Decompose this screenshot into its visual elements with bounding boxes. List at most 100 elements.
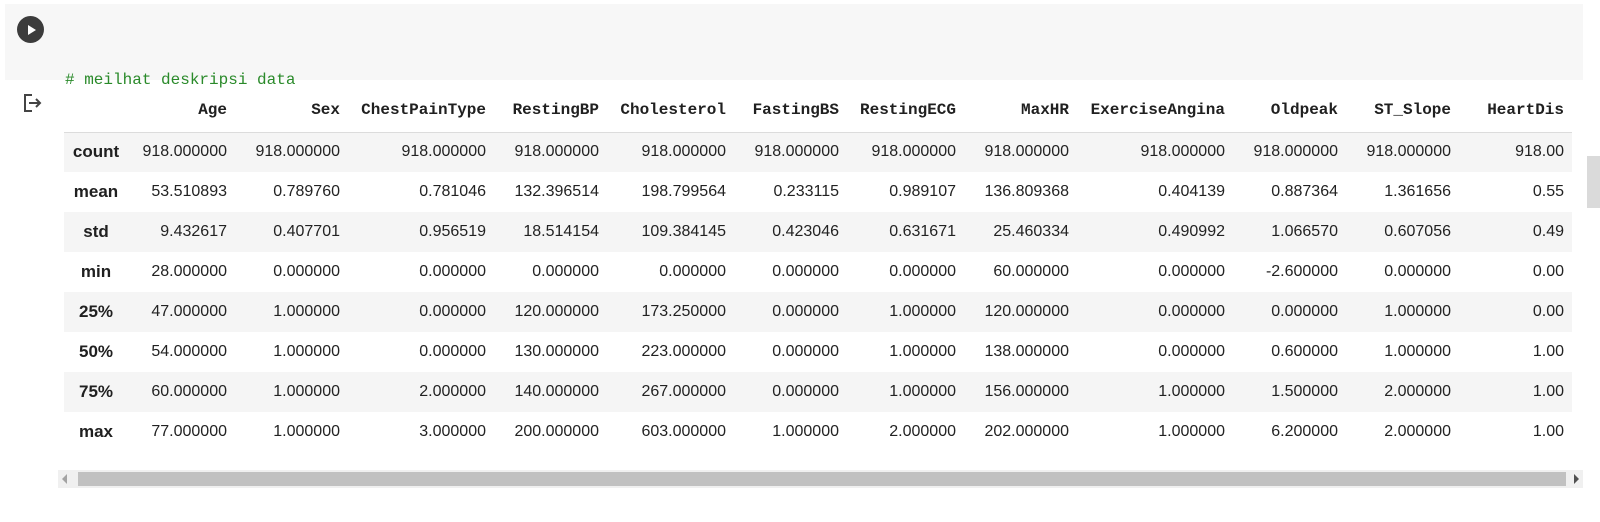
table-cell: 0.989107	[889, 183, 956, 200]
table-cell: 0.000000	[772, 263, 839, 280]
table-cell: 918.000000	[1140, 143, 1225, 161]
table-cell: 0.600000	[1271, 343, 1338, 360]
corner-header	[64, 88, 128, 133]
column-header: ChestPainType	[348, 88, 494, 133]
horizontal-scrollbar[interactable]	[58, 470, 1583, 488]
column-header: ExerciseAngina	[1077, 88, 1233, 133]
table-cell: 9.432617	[160, 223, 227, 240]
column-header: RestingECG	[847, 88, 964, 133]
table-cell: 77.000000	[151, 423, 227, 440]
table-cell: 918.000000	[871, 143, 956, 161]
table-cell: 1.000000	[273, 423, 340, 440]
table-cell: 0.956519	[419, 223, 486, 240]
table-cell: 918.000000	[1253, 143, 1338, 161]
table-cell: 18.514154	[523, 223, 599, 240]
table-cell: 0.000000	[273, 263, 340, 280]
table-cell: 1.000000	[889, 383, 956, 400]
row-index-label: 25%	[78, 302, 114, 321]
row-index-label: 50%	[78, 342, 114, 361]
table-cell: 120.000000	[984, 303, 1069, 320]
table-cell: 0.887364	[1271, 183, 1338, 200]
row-index-label: mean	[73, 182, 119, 201]
column-header: Oldpeak	[1233, 88, 1346, 133]
table-cell: 60.000000	[151, 383, 227, 400]
table-cell: 0.000000	[1158, 303, 1225, 320]
table-cell: 0.00	[1532, 263, 1564, 280]
table-cell: 0.000000	[419, 263, 486, 280]
table-cell: 2.000000	[1384, 383, 1451, 400]
table-cell: 918.000000	[1366, 143, 1451, 161]
table-cell: 47.000000	[151, 303, 227, 320]
table-row: max 77.000000 1.000000 3.000000 200.000000 60…	[64, 412, 1572, 452]
table-cell: 120.000000	[514, 303, 599, 320]
column-header: Sex	[235, 88, 348, 133]
row-index-label: min	[80, 262, 112, 281]
table-cell: 1.000000	[772, 423, 839, 440]
table-cell: 918.000000	[142, 143, 227, 161]
column-header: HeartDis	[1459, 88, 1572, 133]
column-header: FastingBS	[734, 88, 847, 133]
column-header: MaxHR	[964, 88, 1077, 133]
table-cell: -2.600000	[1265, 263, 1338, 280]
table-row: 50% 54.000000 1.000000 0.000000 130.000000 22…	[64, 332, 1572, 372]
scroll-left-icon[interactable]	[62, 474, 67, 484]
run-cell-button[interactable]	[17, 16, 44, 43]
column-header: Age	[128, 88, 235, 133]
table-cell: 0.49	[1532, 223, 1564, 240]
table-cell: 202.000000	[984, 423, 1069, 440]
table-cell: 0.000000	[772, 303, 839, 320]
table-cell: 54.000000	[151, 343, 227, 360]
scroll-right-icon[interactable]	[1574, 474, 1579, 484]
table-cell: 1.000000	[889, 303, 956, 320]
table-cell: 0.55	[1532, 183, 1564, 200]
column-header: Cholesterol	[607, 88, 734, 133]
table-cell: 0.490992	[1158, 223, 1225, 240]
column-header: RestingBP	[494, 88, 607, 133]
table-cell: 1.00	[1532, 343, 1564, 360]
table-cell: 223.000000	[641, 343, 726, 360]
table-cell: 1.000000	[1384, 303, 1451, 320]
row-index-label: count	[72, 142, 120, 162]
table-row: count 918.000000 918.000000 918.000000 918.0…	[64, 132, 1572, 172]
table-cell: 1.000000	[1158, 423, 1225, 440]
vertical-scrollbar[interactable]	[1583, 88, 1600, 463]
table-cell: 267.000000	[641, 383, 726, 400]
table-cell: 1.000000	[1384, 343, 1451, 360]
table-cell: 1.000000	[273, 383, 340, 400]
vertical-scrollbar-thumb[interactable]	[1587, 156, 1600, 208]
output-redirect-icon[interactable]	[22, 92, 44, 114]
table-cell: 1.000000	[273, 343, 340, 360]
table-cell: 53.510893	[151, 183, 227, 200]
table-cell: 0.000000	[1158, 263, 1225, 280]
table-cell: 0.000000	[889, 263, 956, 280]
table-cell: 200.000000	[514, 423, 599, 440]
table-cell: 603.000000	[641, 423, 726, 440]
table-row: 25% 47.000000 1.000000 0.000000 120.000000 17…	[64, 292, 1572, 332]
table-cell: 130.000000	[514, 343, 599, 360]
table-cell: 140.000000	[514, 383, 599, 400]
table-cell: 0.781046	[419, 183, 486, 200]
output-table-scroll[interactable]: Age Sex ChestPainType RestingBP Cholesterol F…	[64, 88, 1583, 463]
table-cell: 3.000000	[419, 423, 486, 440]
table-cell: 918.000000	[754, 143, 839, 161]
table-cell: 0.000000	[772, 383, 839, 400]
table-cell: 109.384145	[641, 223, 726, 240]
table-cell: 0.00	[1532, 303, 1564, 320]
table-cell: 138.000000	[984, 343, 1069, 360]
horizontal-scrollbar-thumb[interactable]	[78, 472, 1566, 486]
table-cell: 2.000000	[419, 383, 486, 400]
table-cell: 28.000000	[151, 263, 227, 280]
table-cell: 0.423046	[772, 223, 839, 240]
table-cell: 1.000000	[889, 343, 956, 360]
table-cell: 1.000000	[273, 303, 340, 320]
row-index-label: 75%	[78, 382, 114, 401]
table-cell: 0.000000	[1384, 263, 1451, 280]
table-cell: 25.460334	[993, 223, 1069, 240]
table-cell: 0.000000	[532, 263, 599, 280]
table-cell: 1.00	[1532, 383, 1564, 400]
table-header-row: Age Sex ChestPainType RestingBP Cholesterol F…	[64, 88, 1572, 133]
table-cell: 918.000000	[641, 143, 726, 161]
table-cell: 918.00	[1515, 143, 1564, 161]
table-cell: 918.000000	[401, 143, 486, 161]
table-cell: 1.066570	[1271, 223, 1338, 240]
